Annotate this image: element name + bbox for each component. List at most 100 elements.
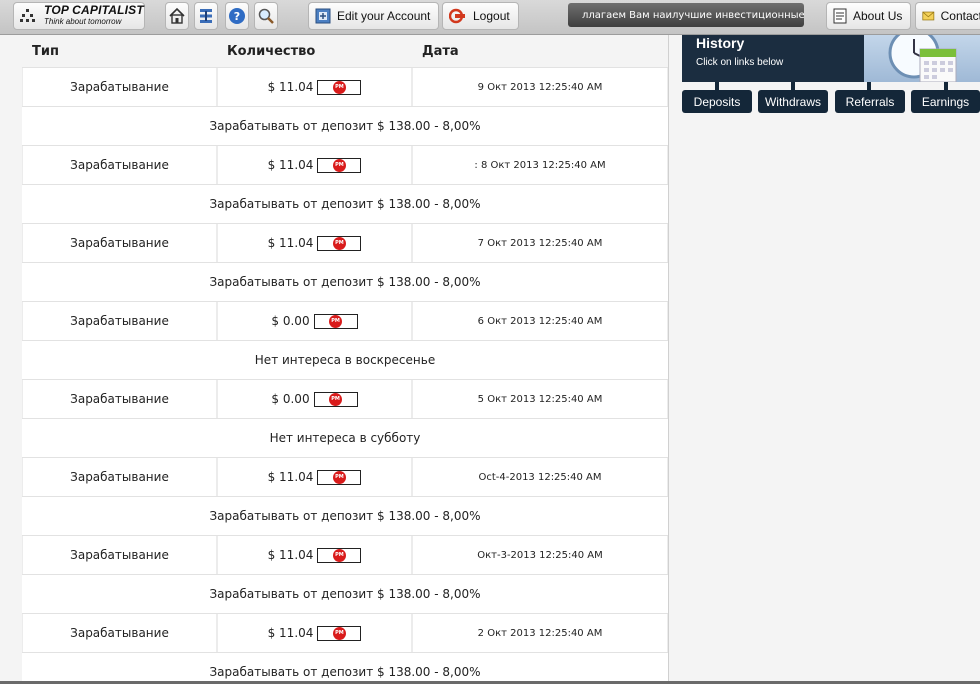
type-cell: Зарабатывание	[22, 224, 217, 262]
perfect-money-icon: PM	[332, 236, 346, 250]
clock-calendar-icon	[888, 27, 957, 83]
perfect-money-badge: PM	[313, 391, 358, 407]
date-text: 5 Окт 2013 12:25:40 AM	[477, 393, 603, 405]
date-cell: 5 Окт 2013 12:25:40 AM	[412, 380, 668, 418]
note-text: Зарабатывать от депозит $ 138.00 - 8,00%	[209, 197, 481, 211]
table-row: Зарабатывание $ 0.00 PM 5 Окт 2013 12:25:40…	[22, 379, 668, 418]
edit-account-button[interactable]: Edit your Account	[308, 2, 440, 30]
type-cell: Зарабатывание	[22, 380, 217, 418]
logo[interactable]: TOP CAPITALIST Think about tomorrow	[13, 2, 145, 30]
note-text: Нет интереса в субботу	[269, 431, 421, 445]
type-text: Зарабатывание	[70, 236, 169, 250]
perfect-money-badge: PM	[317, 79, 362, 95]
table-note-row: Зарабатывать от депозит $ 138.00 - 8,00%	[22, 496, 668, 535]
date-cell: : 8 Окт 2013 12:25:40 AM	[412, 146, 668, 184]
amount-cell: $ 11.04 PM	[217, 146, 412, 184]
table-row: Зарабатывание $ 11.04 PM Окт-3-2013 12:25:4…	[22, 535, 668, 574]
table-row: Зарабатывание $ 11.04 PM 2 Окт 2013 12:25:4…	[22, 613, 668, 652]
amount-cell: $ 0.00 PM	[217, 380, 412, 418]
perfect-money-badge: PM	[317, 625, 362, 641]
table-row: Зарабатывание $ 11.04 PM Oct-4-2013 12:25:4…	[22, 457, 668, 496]
perfect-money-icon: PM	[329, 314, 343, 328]
referrals-button[interactable]: Referrals	[835, 90, 905, 113]
type-text: Зарабатывание	[70, 392, 169, 406]
note-text: Зарабатывать от депозит $ 138.00 - 8,00%	[209, 119, 481, 133]
type-text: Зарабатывание	[70, 158, 169, 172]
amount-text: $ 11.04	[267, 470, 314, 484]
type-cell: Зарабатывание	[22, 146, 217, 184]
amount-cell: $ 11.04 PM	[217, 68, 412, 106]
table-note-row: Зарабатывать от депозит $ 138.00 - 8,00%	[22, 106, 668, 145]
history-banner	[864, 27, 980, 83]
table-note-row: Зарабатывать от депозит $ 138.00 - 8,00%	[22, 184, 668, 223]
contact-button[interactable]: Contact	[915, 2, 980, 30]
note-text: Зарабатывать от депозит $ 138.00 - 8,00%	[209, 275, 481, 289]
date-text: 6 Окт 2013 12:25:40 AM	[477, 315, 603, 327]
date-text: Окт-3-2013 12:25:40 AM	[477, 549, 603, 561]
withdraws-button[interactable]: Withdraws	[758, 90, 828, 113]
logout-icon	[449, 8, 465, 24]
top-toolbar: TOP CAPITALIST Think about tomorrow ? Ed…	[0, 0, 980, 35]
perfect-money-badge: PM	[317, 547, 362, 563]
amount-cell: $ 0.00 PM	[217, 302, 412, 340]
amount-text: $ 11.04	[267, 236, 314, 250]
perfect-money-icon: PM	[332, 548, 346, 562]
column-divider	[668, 35, 669, 683]
amount-text: $ 0.00	[271, 314, 310, 328]
perfect-money-icon: PM	[332, 158, 346, 172]
header-date: Дата	[422, 43, 459, 59]
amount-text: $ 11.04	[267, 158, 314, 172]
about-us-button[interactable]: About Us	[826, 2, 912, 30]
news-ticker[interactable]: ллагаем Вам наилучшие инвестиционные реш	[568, 3, 804, 27]
note-text: Зарабатывать от депозит $ 138.00 - 8,00%	[209, 509, 481, 523]
amount-cell: $ 11.04 PM	[217, 536, 412, 574]
amount-cell: $ 11.04 PM	[217, 614, 412, 652]
type-text: Зарабатывание	[70, 470, 169, 484]
date-cell: Окт-3-2013 12:25:40 AM	[412, 536, 668, 574]
amount-text: $ 11.04	[267, 80, 314, 94]
history-title: History	[696, 35, 745, 51]
about-us-label: About Us	[853, 9, 903, 23]
search-button[interactable]	[254, 2, 278, 30]
envelope-icon	[922, 11, 935, 21]
table-note-row: Нет интереса в воскресенье	[22, 340, 668, 379]
sitemap-button[interactable]	[194, 2, 218, 30]
home-button[interactable]	[165, 2, 189, 30]
help-icon: ?	[229, 8, 245, 24]
table-note-row: Нет интереса в субботу	[22, 418, 668, 457]
date-cell: 7 Окт 2013 12:25:40 AM	[412, 224, 668, 262]
date-cell: Oct-4-2013 12:25:40 AM	[412, 458, 668, 496]
type-text: Зарабатывание	[70, 80, 169, 94]
note-text: Нет интереса в воскресенье	[254, 353, 436, 367]
amount-cell: $ 11.04 PM	[217, 224, 412, 262]
logo-subtitle: Think about tomorrow	[44, 17, 122, 26]
amount-text: $ 0.00	[271, 392, 310, 406]
help-button[interactable]: ?	[225, 2, 249, 30]
type-cell: Зарабатывание	[22, 68, 217, 106]
home-icon	[169, 7, 185, 24]
logout-button[interactable]: Logout	[442, 2, 519, 30]
deposits-button[interactable]: Deposits	[682, 90, 752, 113]
contact-label: Contact	[940, 9, 980, 23]
header-amount: Количество	[227, 43, 316, 59]
header-type: Тип	[32, 43, 59, 59]
logout-label: Logout	[473, 9, 510, 23]
table-header: Тип Количество Дата	[22, 35, 668, 67]
svg-text:?: ?	[234, 10, 240, 23]
edit-account-label: Edit your Account	[337, 9, 431, 23]
type-cell: Зарабатывание	[22, 458, 217, 496]
note-text: Зарабатывать от депозит $ 138.00 - 8,00%	[209, 665, 481, 679]
date-cell: 2 Окт 2013 12:25:40 AM	[412, 614, 668, 652]
earnings-button[interactable]: Earnings	[911, 90, 980, 113]
perfect-money-badge: PM	[317, 157, 362, 173]
type-text: Зарабатывание	[70, 314, 169, 328]
search-icon	[258, 8, 274, 24]
date-text: : 8 Окт 2013 12:25:40 AM	[474, 159, 606, 171]
perfect-money-badge: PM	[313, 313, 358, 329]
amount-text: $ 11.04	[267, 548, 314, 562]
type-cell: Зарабатывание	[22, 536, 217, 574]
table-note-row: Зарабатывать от депозит $ 138.00 - 8,00%	[22, 262, 668, 301]
note-text: Зарабатывать от депозит $ 138.00 - 8,00%	[209, 587, 481, 601]
table-note-row: Зарабатывать от депозит $ 138.00 - 8,00%	[22, 574, 668, 613]
amount-cell: $ 11.04 PM	[217, 458, 412, 496]
